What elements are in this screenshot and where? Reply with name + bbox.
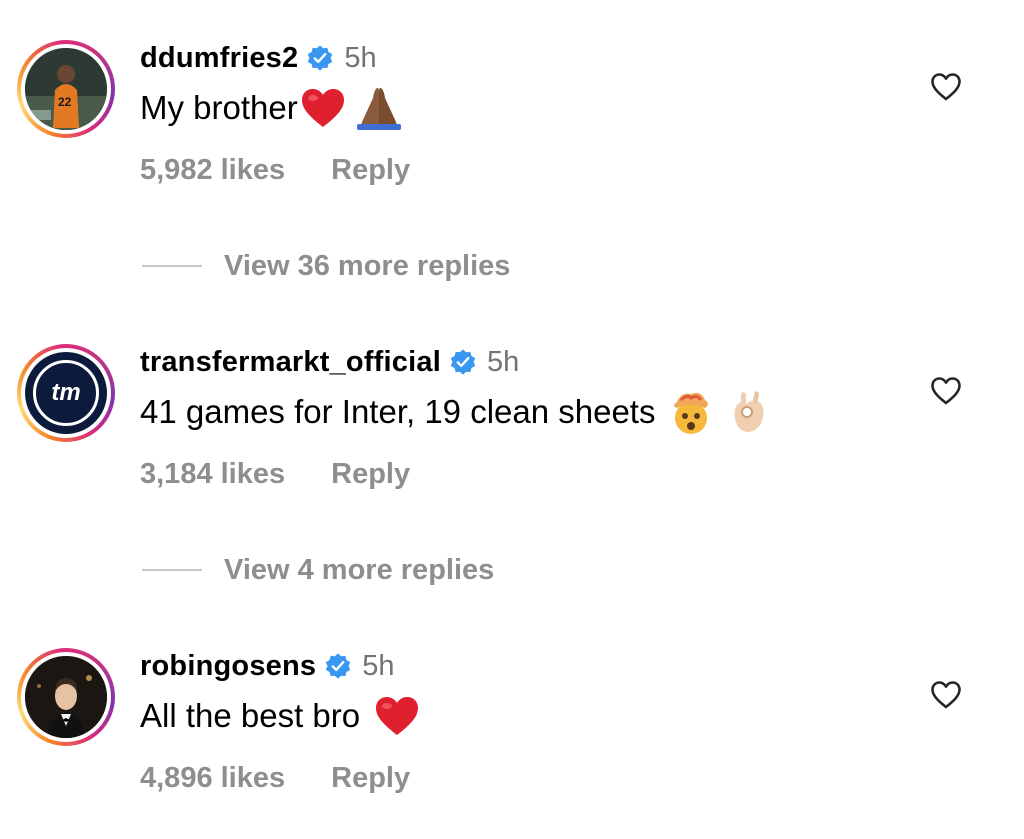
- like-heart-icon[interactable]: [930, 376, 962, 406]
- like-count[interactable]: 5,982 likes: [140, 154, 285, 187]
- view-more-replies[interactable]: View 36 more replies: [142, 246, 510, 286]
- view-replies-label[interactable]: View 36 more replies: [224, 250, 510, 283]
- username[interactable]: robingosens: [140, 650, 316, 683]
- timestamp: 5h: [362, 649, 395, 682]
- avatar-story-ring[interactable]: [17, 648, 115, 746]
- comment-text: All the best bro: [140, 697, 361, 734]
- avatar-story-ring[interactable]: tm: [17, 344, 115, 442]
- like-heart-icon[interactable]: [930, 680, 962, 710]
- avatar-story-ring[interactable]: 22: [17, 40, 115, 138]
- comment-text: My brother: [140, 89, 298, 126]
- avatar[interactable]: [25, 656, 107, 738]
- username[interactable]: transfermarkt_official: [140, 346, 441, 379]
- view-replies-label[interactable]: View 4 more replies: [224, 554, 494, 587]
- avatar[interactable]: 22: [25, 48, 107, 130]
- ok-hand-icon: [735, 391, 764, 432]
- timestamp: 5h: [486, 345, 520, 378]
- username[interactable]: ddumfries2: [140, 42, 298, 75]
- comment-text: 41 games for Inter, 19 clean sheets: [140, 393, 656, 430]
- red-heart-icon: [301, 89, 344, 127]
- avatar-logo-text: tm: [51, 379, 81, 406]
- like-heart-icon[interactable]: [930, 72, 962, 102]
- reply-button[interactable]: Reply: [331, 154, 410, 187]
- svg-text:22: 22: [58, 95, 72, 109]
- verified-badge-icon: [325, 653, 351, 679]
- folded-hands-icon: [356, 87, 401, 130]
- red-heart-icon: [376, 697, 419, 735]
- timestamp: 5h: [344, 41, 377, 74]
- divider-line: [142, 569, 202, 571]
- verified-badge-icon: [450, 349, 476, 375]
- reply-button[interactable]: Reply: [331, 458, 410, 491]
- verified-badge-icon: [308, 45, 333, 71]
- view-more-replies[interactable]: View 4 more replies: [142, 550, 494, 590]
- like-count[interactable]: 3,184 likes: [140, 458, 285, 491]
- exploding-head-icon: [674, 392, 709, 434]
- divider-line: [142, 265, 202, 267]
- like-count[interactable]: 4,896 likes: [140, 762, 285, 795]
- avatar[interactable]: tm: [25, 352, 107, 434]
- reply-button[interactable]: Reply: [331, 762, 410, 795]
